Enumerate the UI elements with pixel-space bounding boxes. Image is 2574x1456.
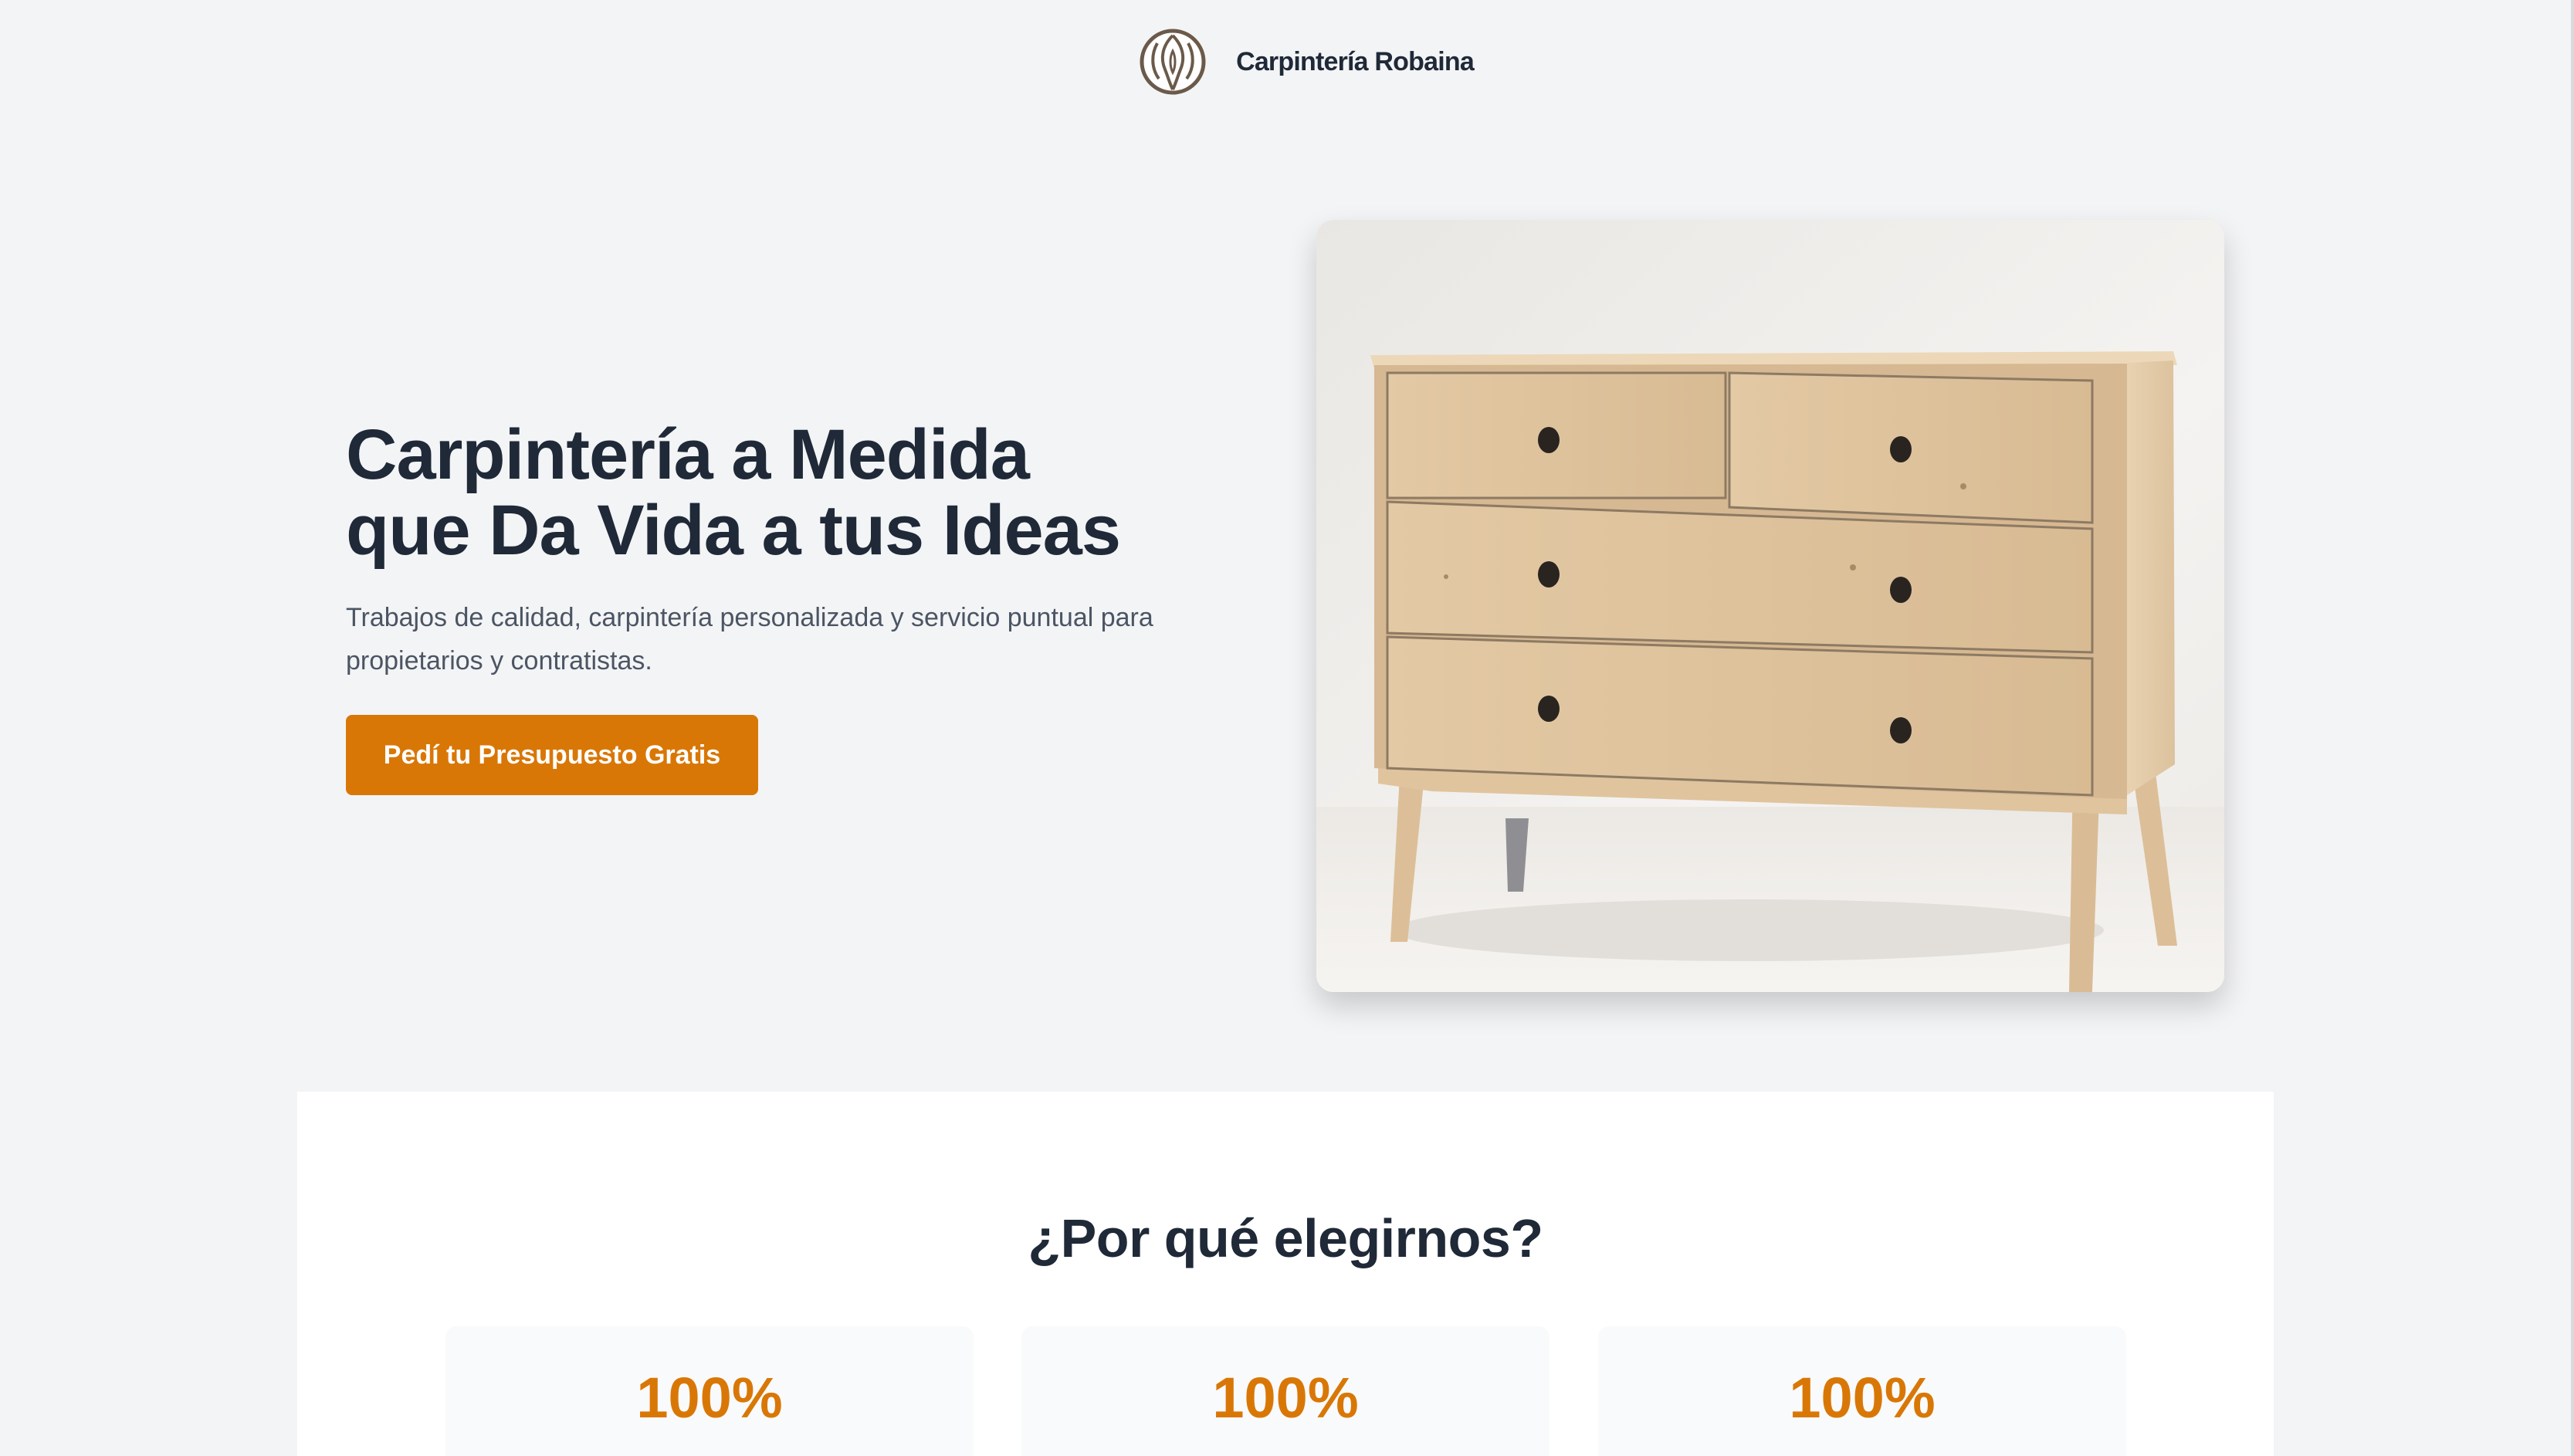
wood-grain-icon	[1140, 29, 1206, 95]
hero-title: Carpintería a Medida que Da Vida a tus I…	[346, 415, 1121, 570]
stat-value: 100%	[636, 1366, 783, 1430]
stat-value: 100%	[1789, 1366, 1936, 1430]
brand[interactable]: Carpintería Robaina	[1139, 28, 1475, 96]
hero-subtitle: Trabajos de calidad, carpintería persona…	[346, 603, 1153, 676]
why-choose-us-section: ¿Por qué elegirnos? 100% 100% 100%	[297, 1092, 2274, 1456]
window-edge	[2571, 0, 2574, 1456]
landing-page: Carpintería Robaina Carpintería a Medida…	[0, 0, 2574, 1456]
stat-value: 100%	[1212, 1366, 1359, 1430]
site-header: Carpintería Robaina	[0, 23, 2574, 100]
stat-card: 100%	[445, 1326, 974, 1456]
hero-text: Carpintería a Medida que Da Vida a tus I…	[346, 417, 1272, 682]
why-title: ¿Por qué elegirnos?	[1028, 1208, 1543, 1268]
stat-card: 100%	[1598, 1326, 2126, 1456]
stat-card: 100%	[1021, 1326, 1549, 1456]
get-quote-button[interactable]: Pedí tu Presupuesto Gratis	[346, 715, 758, 795]
brand-name: Carpintería Robaina	[1236, 46, 1475, 76]
dresser-illustration	[1316, 220, 2224, 992]
hero-image	[1316, 220, 2224, 992]
